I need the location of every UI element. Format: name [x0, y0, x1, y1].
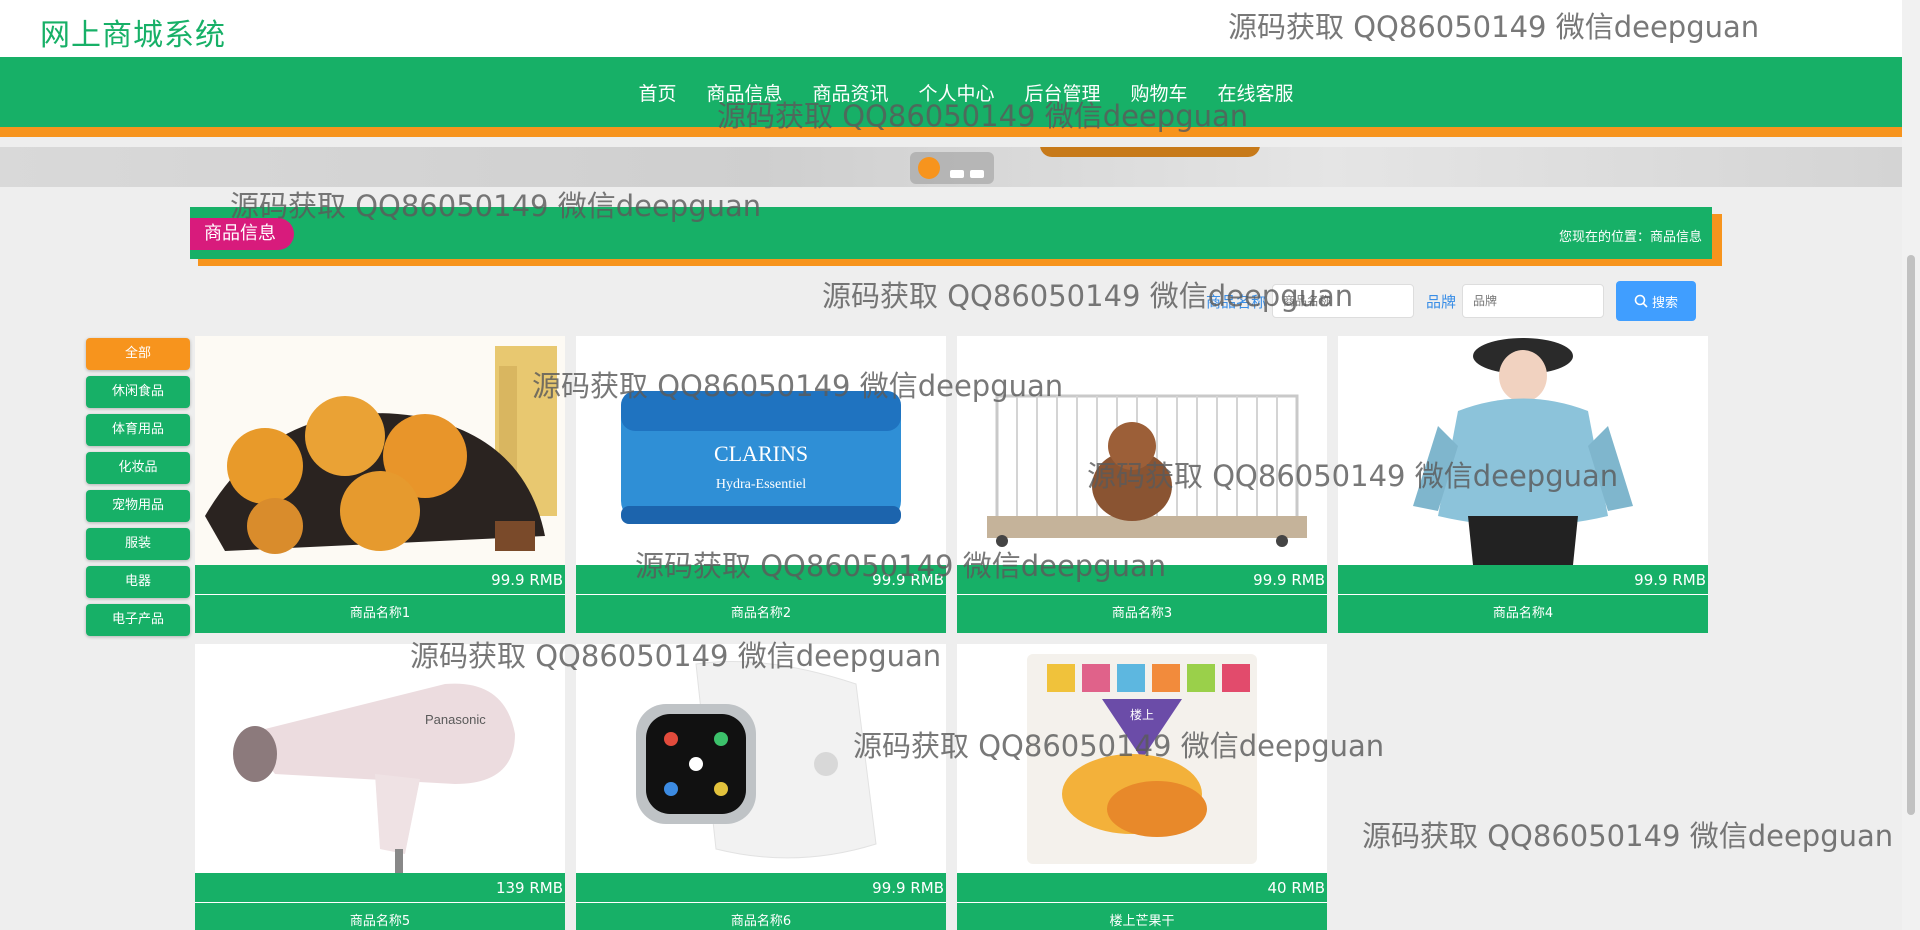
product-image[interactable]: CLARINS Hydra-Essentiel [576, 336, 946, 565]
product-price: 99.9 RMB [576, 873, 946, 903]
category-pets[interactable]: 宠物用品 [86, 490, 190, 522]
watermark: 源码获取 QQ86050149 微信deepguan [1362, 819, 1894, 853]
brand-search-label: 品牌 [1426, 292, 1457, 311]
product-card[interactable]: 99.9 RMB 商品名称3 [957, 336, 1327, 633]
carousel-dot-2[interactable] [950, 170, 964, 178]
search-icon [1634, 294, 1648, 308]
nav-support[interactable]: 在线客服 [1218, 79, 1294, 106]
scrollbar-thumb[interactable] [1907, 255, 1915, 815]
product-card[interactable]: 99.9 RMB 商品名称6 [576, 644, 946, 930]
category-cosmetics[interactable]: 化妆品 [86, 452, 190, 484]
search-button-label: 搜索 [1652, 295, 1679, 311]
nav-products[interactable]: 商品信息 [706, 79, 782, 106]
category-clothing[interactable]: 服装 [86, 528, 190, 560]
category-electronics[interactable]: 电子产品 [86, 604, 190, 636]
site-title[interactable]: 网上商城系统 [40, 10, 226, 54]
product-image[interactable] [576, 644, 946, 873]
nav-news[interactable]: 商品资讯 [812, 79, 888, 106]
snack-bag-icon: 楼上 [957, 644, 1327, 873]
section-title: 商品信息 [190, 218, 294, 250]
breadcrumb: 您现在的位置：商品信息 [1558, 230, 1702, 245]
product-sub-text: Hydra-Essentiel [716, 477, 806, 492]
product-image[interactable] [195, 336, 565, 565]
brand-search-input[interactable] [1462, 284, 1605, 318]
search-bar: 商品名称 品牌 搜索 [1206, 281, 1697, 321]
nav-cart[interactable]: 购物车 [1131, 79, 1188, 106]
category-list: 全部 休闲食品 体育用品 化妆品 宠物用品 服装 电器 电子产品 [86, 338, 190, 642]
carousel-dot-1[interactable] [918, 157, 940, 179]
category-all[interactable]: 全部 [86, 338, 190, 370]
product-name[interactable]: 楼上芒果干 [957, 903, 1327, 930]
main-nav: 首页 商品信息 商品资讯 个人中心 后台管理 购物车 在线客服 [0, 57, 1902, 137]
pastry-icon [195, 336, 565, 565]
search-button[interactable]: 搜索 [1616, 281, 1697, 321]
product-name[interactable]: 商品名称4 [1338, 595, 1708, 633]
product-brand-text: Panasonic [425, 712, 486, 727]
product-card[interactable]: CLARINS Hydra-Essentiel 99.9 RMB 商品名称2 [576, 336, 946, 633]
category-appliances[interactable]: 电器 [86, 566, 190, 598]
product-image[interactable]: Panasonic [195, 644, 565, 873]
product-name[interactable]: 商品名称6 [576, 903, 946, 930]
nav-home[interactable]: 首页 [638, 79, 676, 106]
section-bar [190, 207, 1712, 259]
carousel-indicators [910, 152, 994, 184]
product-price: 99.9 RMB [957, 565, 1327, 595]
product-brand-text: CLARINS [714, 441, 808, 466]
banner-image [1040, 147, 1260, 157]
nav-admin[interactable]: 后台管理 [1025, 79, 1101, 106]
product-image[interactable]: 楼上 [957, 644, 1327, 873]
product-image[interactable] [1338, 336, 1708, 565]
product-price: 40 RMB [957, 873, 1327, 903]
product-price: 139 RMB [195, 873, 565, 903]
cream-jar-icon: CLARINS Hydra-Essentiel [576, 336, 946, 565]
product-price: 99.9 RMB [576, 565, 946, 595]
product-card[interactable]: 99.9 RMB 商品名称1 [195, 336, 565, 633]
product-price: 99.9 RMB [1338, 565, 1708, 595]
product-price: 99.9 RMB [195, 565, 565, 595]
product-name[interactable]: 商品名称1 [195, 595, 565, 633]
product-brand-text: 楼上 [1130, 707, 1154, 722]
carousel-dot-3[interactable] [970, 170, 984, 178]
category-snacks[interactable]: 休闲食品 [86, 376, 190, 408]
top-bar: 网上商城系统 [0, 0, 1902, 57]
hair-dryer-icon: Panasonic [195, 644, 565, 873]
product-card[interactable]: Panasonic 139 RMB 商品名称5 [195, 644, 565, 930]
hoodie-icon [1338, 336, 1708, 565]
category-sports[interactable]: 体育用品 [86, 414, 190, 446]
pet-cage-icon [957, 336, 1327, 565]
product-name[interactable]: 商品名称5 [195, 903, 565, 930]
page-scrollbar[interactable] [1902, 0, 1920, 930]
nav-profile[interactable]: 个人中心 [918, 79, 994, 106]
name-search-label: 商品名称 [1206, 292, 1267, 311]
product-card[interactable]: 楼上 40 RMB 楼上芒果干 [957, 644, 1327, 930]
name-search-input[interactable] [1272, 284, 1415, 318]
smartwatch-icon [576, 644, 946, 873]
product-name[interactable]: 商品名称2 [576, 595, 946, 633]
product-card[interactable]: 99.9 RMB 商品名称4 [1338, 336, 1708, 633]
product-image[interactable] [957, 336, 1327, 565]
product-name[interactable]: 商品名称3 [957, 595, 1327, 633]
